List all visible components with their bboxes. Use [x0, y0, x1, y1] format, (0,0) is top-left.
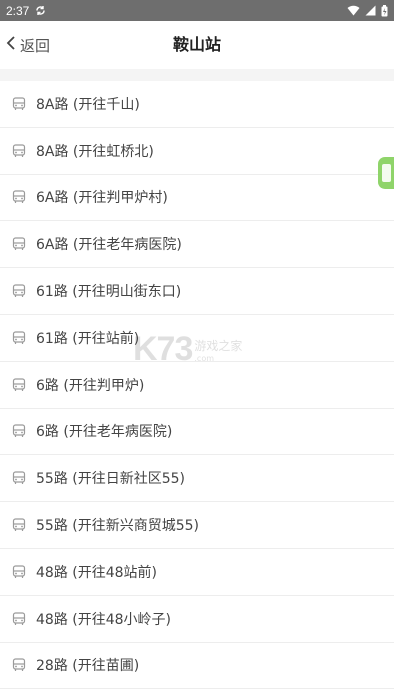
section-divider [0, 69, 394, 81]
route-item[interactable]: 6A路 (开往老年病医院) [0, 221, 394, 269]
bus-icon [12, 424, 26, 438]
bus-icon [12, 518, 26, 532]
back-button[interactable]: 返回 [6, 21, 50, 69]
page-title: 鞍山站 [172, 35, 221, 54]
wifi-icon [347, 5, 360, 16]
route-label: 55路 (开往日新社区55) [36, 471, 186, 488]
bus-icon [12, 190, 26, 204]
route-item[interactable]: 48路 (开往48站前) [0, 549, 394, 596]
route-label: 6A路 (开往老年病医院) [36, 237, 182, 254]
route-item[interactable]: 55路 (开往日新社区55) [0, 455, 394, 503]
route-item[interactable]: 55路 (开往新兴商贸城55) [0, 502, 394, 549]
route-label: 61路 (开往明山街东口) [36, 284, 182, 301]
floating-side-tab[interactable] [378, 157, 394, 189]
route-label: 28路 (开往苗圃) [36, 658, 140, 675]
bus-icon [12, 331, 26, 345]
bus-icon [12, 378, 26, 392]
bus-icon [12, 144, 26, 158]
route-item[interactable]: 8A路 (开往虹桥北) [0, 128, 394, 175]
route-item[interactable]: 48路 (开往48小岭子) [0, 596, 394, 643]
bus-icon [12, 471, 26, 485]
bus-icon [12, 237, 26, 251]
route-list: 8A路 (开往千山) 8A路 (开往虹桥北) 6A路 (开往判甲炉村) 6A路 (开往… [0, 81, 394, 690]
sync-icon [35, 5, 46, 16]
status-bar: 2:37 [0, 0, 394, 21]
route-item[interactable]: 28路 (开往苗圃) [0, 643, 394, 690]
bus-icon [12, 658, 26, 672]
app-bar: 返回 鞍山站 [0, 21, 394, 69]
signal-icon [365, 5, 376, 16]
route-label: 48路 (开往48站前) [36, 564, 158, 581]
route-item[interactable]: 61路 (开往站前) [0, 315, 394, 362]
battery-icon [381, 4, 388, 17]
route-item[interactable]: 6路 (开往老年病医院) [0, 409, 394, 456]
route-item[interactable]: 6路 (开往判甲炉) [0, 362, 394, 409]
route-label: 8A路 (开往虹桥北) [36, 143, 154, 160]
chevron-left-icon [6, 36, 16, 54]
status-time: 2:37 [6, 3, 30, 18]
bus-icon [12, 612, 26, 626]
route-label: 48路 (开往48小岭子) [36, 611, 172, 628]
route-label: 55路 (开往新兴商贸城55) [36, 518, 200, 535]
route-label: 61路 (开往站前) [36, 330, 140, 347]
route-label: 6路 (开往老年病医院) [36, 424, 173, 441]
back-label: 返回 [20, 36, 51, 55]
bus-icon [12, 284, 26, 298]
route-item[interactable]: 61路 (开往明山街东口) [0, 268, 394, 315]
route-label: 6A路 (开往判甲炉村) [36, 190, 168, 207]
route-label: 8A路 (开往千山) [36, 96, 140, 113]
route-label: 6路 (开往判甲炉) [36, 377, 145, 394]
route-item[interactable]: 8A路 (开往千山) [0, 81, 394, 128]
route-item[interactable]: 6A路 (开往判甲炉村) [0, 175, 394, 222]
bus-icon [12, 565, 26, 579]
bus-icon [12, 97, 26, 111]
